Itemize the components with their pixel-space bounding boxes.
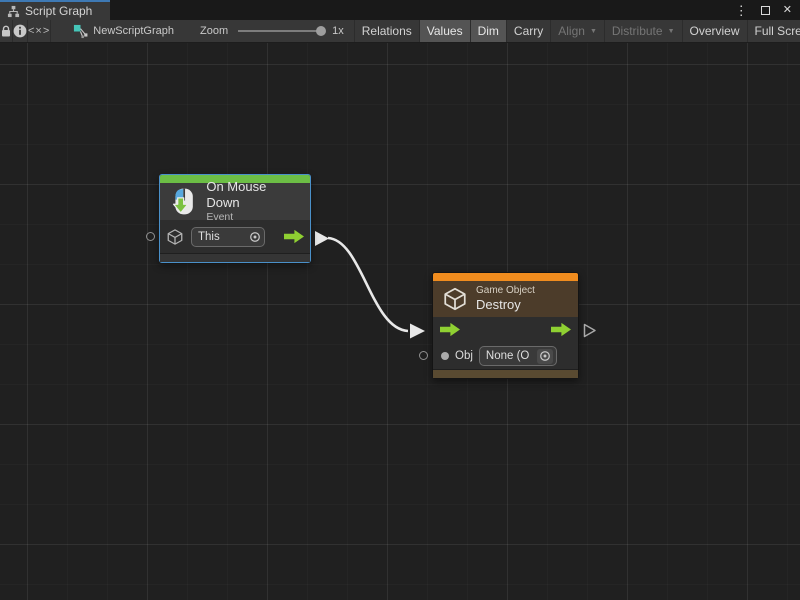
lock-icon xyxy=(0,25,12,38)
obj-port-label: Obj xyxy=(455,350,473,362)
graph-toolbar: <×> NewScriptGraph Zoom 1x Relations Va xyxy=(0,20,800,43)
flow-connection-wire[interactable] xyxy=(328,238,408,331)
value-port-dot[interactable] xyxy=(441,352,449,360)
node-footer xyxy=(160,253,310,262)
hierarchy-graph-icon xyxy=(7,5,20,18)
zoom-label: Zoom xyxy=(200,25,228,37)
node-subtitle: Event xyxy=(206,211,301,224)
target-input-port[interactable] xyxy=(146,232,155,241)
connection-target-arrowhead[interactable] xyxy=(410,324,425,339)
window-controls: ⋮ ✕ xyxy=(735,0,800,20)
relations-button[interactable]: Relations xyxy=(355,20,420,42)
info-button[interactable] xyxy=(13,20,28,42)
obj-input-port[interactable] xyxy=(419,351,428,360)
obj-port-row: Obj None (O xyxy=(433,343,578,369)
object-picker-icon xyxy=(539,350,551,362)
kebab-menu-icon[interactable]: ⋮ xyxy=(735,4,748,17)
chevron-down-icon: ▼ xyxy=(590,28,597,35)
align-dropdown[interactable]: Align ▼ xyxy=(551,20,605,42)
dim-button[interactable]: Dim xyxy=(471,20,507,42)
code-view-button[interactable]: <×> xyxy=(28,20,51,42)
cube-icon xyxy=(166,228,184,246)
node-category: Game Object xyxy=(476,284,535,297)
maximize-icon[interactable] xyxy=(761,6,770,15)
distribute-dropdown[interactable]: Distribute ▼ xyxy=(605,20,683,42)
values-button[interactable]: Values xyxy=(420,20,471,42)
overview-button[interactable]: Overview xyxy=(683,20,748,42)
zoom-slider-handle[interactable] xyxy=(316,26,326,36)
toolbar-toggle-group: Relations Values Dim Carry Align ▼ Distr… xyxy=(354,20,800,42)
node-footer xyxy=(433,369,578,378)
node-body: This xyxy=(160,220,310,253)
node-header[interactable]: On Mouse Down Event xyxy=(160,183,310,220)
mouse-down-icon xyxy=(169,186,198,217)
flow-port-row xyxy=(433,317,578,343)
connection-layer xyxy=(0,43,800,600)
node-destroy[interactable]: Game Object Destroy Obj None (O xyxy=(432,272,579,379)
graph-canvas[interactable]: On Mouse Down Event This xyxy=(0,43,800,600)
graph-asset-name: NewScriptGraph xyxy=(93,25,174,37)
object-picker-button[interactable] xyxy=(537,349,553,364)
lock-button[interactable] xyxy=(0,20,13,42)
trigger-output-port[interactable] xyxy=(284,229,304,244)
script-graph-asset-icon xyxy=(73,24,88,39)
node-accent-bar xyxy=(433,273,578,281)
unconnected-output-arrow-icon[interactable] xyxy=(583,323,597,338)
carry-button[interactable]: Carry xyxy=(507,20,551,42)
flow-input-port[interactable] xyxy=(440,322,460,337)
fullscreen-button[interactable]: Full Screen xyxy=(748,20,800,42)
flow-output-port[interactable] xyxy=(551,322,571,337)
node-header[interactable]: Game Object Destroy xyxy=(433,281,578,317)
game-object-cube-icon xyxy=(442,286,468,312)
zoom-control: Zoom 1x xyxy=(200,20,344,42)
zoom-value: 1x xyxy=(332,25,344,37)
script-graph-window: Script Graph ⋮ ✕ <×> xyxy=(0,0,800,600)
close-icon[interactable]: ✕ xyxy=(783,5,792,16)
node-title: On Mouse Down xyxy=(206,179,301,212)
tab-strip: Script Graph ⋮ ✕ xyxy=(0,0,800,20)
tab-script-graph[interactable]: Script Graph xyxy=(0,0,110,20)
tab-label: Script Graph xyxy=(25,4,92,18)
object-picker-icon[interactable] xyxy=(249,231,261,243)
target-object-field[interactable]: This xyxy=(191,227,265,247)
chevron-down-icon: ▼ xyxy=(668,28,675,35)
node-title: Destroy xyxy=(476,297,535,313)
graph-asset-breadcrumb[interactable]: NewScriptGraph xyxy=(73,20,174,42)
info-icon xyxy=(13,24,27,38)
connection-source-arrowhead[interactable] xyxy=(315,231,329,246)
obj-object-field[interactable]: None (O xyxy=(479,346,557,366)
code-angle-icon: <×> xyxy=(28,25,50,37)
node-body: Obj None (O xyxy=(433,317,578,369)
zoom-slider[interactable] xyxy=(238,30,322,32)
node-on-mouse-down[interactable]: On Mouse Down Event This xyxy=(159,174,311,263)
